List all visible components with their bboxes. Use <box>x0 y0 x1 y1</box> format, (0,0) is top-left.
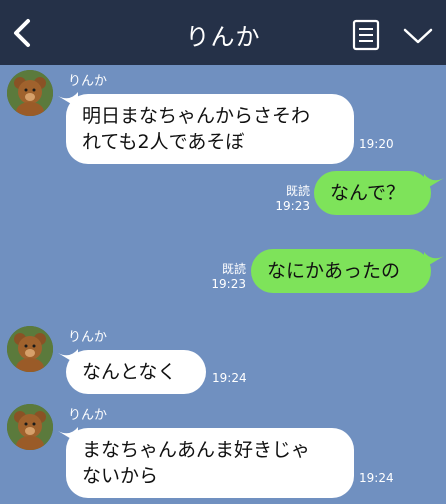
message-time: 19:24 <box>212 371 247 385</box>
message-bubble[interactable]: なんとなく <box>66 350 206 394</box>
sender-name: りんか <box>68 408 108 423</box>
sender-name: りんか <box>68 74 108 89</box>
message-bubble[interactable]: 明日まなちゃんからさそわ れても2人であそぼ <box>66 94 354 164</box>
message-time: 19:20 <box>359 137 394 151</box>
message-text: なんで？ <box>330 182 406 204</box>
message-time: 19:23 <box>275 199 310 213</box>
sender-name: りんか <box>68 330 108 345</box>
read-label: 既読 <box>285 184 310 198</box>
note-menu-icon[interactable] <box>352 19 380 51</box>
chevron-down-icon[interactable] <box>402 24 434 48</box>
avatar[interactable] <box>7 404 53 450</box>
message-bubble[interactable]: なんで？ <box>314 171 431 215</box>
message-bubble[interactable]: なにかあったの <box>251 249 431 293</box>
message-text: なにかあったの <box>267 260 401 282</box>
message-line: まなちゃんあんま好きじゃ <box>82 439 311 461</box>
bubble-tail <box>424 252 444 268</box>
message-bubble[interactable]: まなちゃんあんま好きじゃ ないから <box>66 428 354 498</box>
bubble-tail <box>424 174 444 190</box>
message-time: 19:24 <box>359 471 394 485</box>
message-time: 19:23 <box>211 277 246 291</box>
read-label: 既読 <box>221 262 246 276</box>
message-line: 明日まなちゃんからさそわ <box>82 105 311 127</box>
avatar[interactable] <box>7 70 53 116</box>
message-line: ないから <box>82 465 159 487</box>
avatar[interactable] <box>7 326 53 372</box>
read-receipt: 既読 19:23 <box>206 262 246 292</box>
message-line: れても2人であそぼ <box>82 131 245 153</box>
teddy-bear-icon <box>7 326 53 372</box>
teddy-bear-icon <box>7 70 53 116</box>
chat-header: りんか <box>0 0 446 65</box>
teddy-bear-icon <box>7 404 53 450</box>
read-receipt: 既読 19:23 <box>270 184 310 214</box>
message-text: なんとなく <box>82 361 177 383</box>
